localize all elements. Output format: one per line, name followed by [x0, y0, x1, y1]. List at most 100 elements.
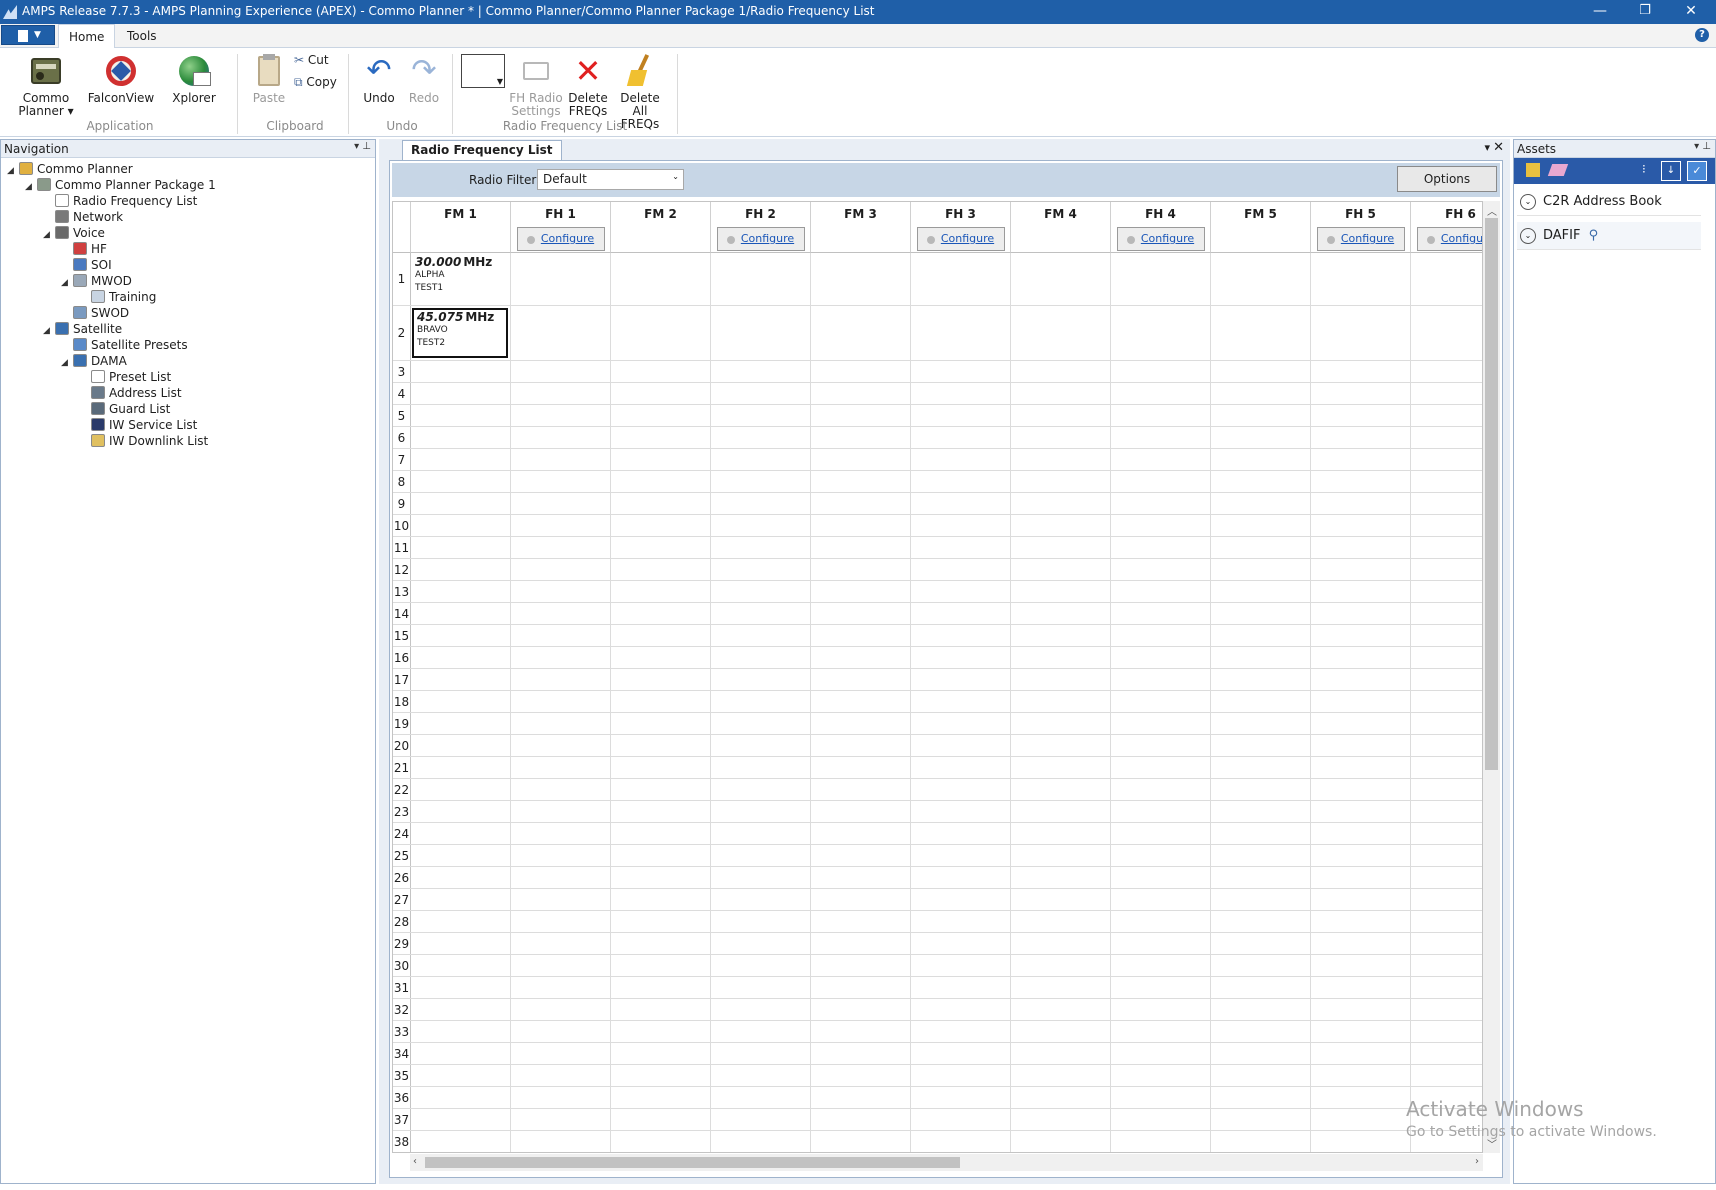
cut-button[interactable]: ✂ Cut	[294, 54, 342, 67]
falconview-button[interactable]: FalconView	[87, 54, 155, 105]
add-asset-icon[interactable]	[1526, 163, 1540, 177]
scroll-left-icon[interactable]: ‹	[413, 1156, 417, 1167]
nav-item-commo-planner-package-1[interactable]: ◢ Commo Planner Package 1	[25, 177, 216, 193]
undo-button[interactable]: ↶ Undo	[358, 54, 400, 105]
column-header-fh-6[interactable]: FH 6 Configure	[1411, 202, 1482, 253]
configure-button[interactable]: Configure	[1316, 227, 1405, 251]
minimize-button[interactable]: —	[1577, 0, 1623, 24]
configure-button[interactable]: Configure	[1416, 227, 1482, 251]
categorize-icon[interactable]: ⁝	[1642, 162, 1646, 176]
copy-button[interactable]: ⧉ Copy	[294, 76, 342, 89]
nav-item-mwod[interactable]: ◢ MWOD	[61, 273, 132, 289]
expand-triangle-icon[interactable]: ◢	[25, 179, 37, 195]
expand-triangle-icon[interactable]: ◢	[61, 355, 73, 371]
close-button[interactable]: ✕	[1668, 0, 1714, 24]
pin-icon[interactable]: ▾ ⊥	[354, 141, 371, 152]
help-icon[interactable]: ?	[1695, 28, 1709, 42]
redo-button[interactable]: ↷ Redo	[403, 54, 445, 105]
configure-button[interactable]: Configure	[1116, 227, 1205, 251]
check-icon[interactable]: ✓	[1687, 161, 1707, 181]
fh-radio-settings-button[interactable]: FH Radio Settings	[508, 54, 564, 118]
nav-item-label: IW Service List	[109, 418, 198, 432]
xplorer-button[interactable]: Xplorer	[166, 54, 222, 105]
scroll-up-icon[interactable]: ︿	[1487, 203, 1497, 218]
delete-freqs-button[interactable]: ✕ Delete FREQs	[566, 54, 610, 118]
column-header-fh-5[interactable]: FH 5 Configure	[1311, 202, 1411, 253]
hf-icon	[73, 242, 87, 255]
eraser-icon[interactable]	[1547, 164, 1569, 176]
radio-selector-dropdown[interactable]: ▼	[461, 54, 509, 88]
dropdown-arrow-icon: ▼	[34, 30, 41, 40]
group-label-clipboard: Clipboard	[266, 119, 324, 133]
close-document-icon[interactable]: ✕	[1493, 140, 1504, 155]
column-header-fm-5[interactable]: FM 5	[1211, 202, 1311, 253]
expand-triangle-icon[interactable]: ◢	[43, 227, 55, 243]
nav-item-preset-list[interactable]: Preset List	[79, 369, 171, 385]
nav-item-satellite[interactable]: ◢ Satellite	[43, 321, 122, 337]
configure-button[interactable]: Configure	[716, 227, 805, 251]
expand-triangle-icon[interactable]: ◢	[61, 275, 73, 291]
delete-all-label-1: Delete All	[620, 91, 660, 118]
grid-column-line	[610, 253, 611, 1152]
grid-row-line	[393, 382, 1482, 383]
restore-button[interactable]: ❐	[1622, 0, 1668, 24]
tab-dropdown-icon[interactable]: ▾	[1484, 141, 1490, 154]
options-button[interactable]: Options	[1397, 166, 1497, 192]
paste-button[interactable]: Paste	[250, 54, 288, 105]
group-label-application: Application	[86, 119, 154, 133]
column-header-fh-3[interactable]: FH 3 Configure	[911, 202, 1011, 253]
nav-item-label: DAMA	[91, 354, 127, 368]
column-header-fm-3[interactable]: FM 3	[811, 202, 911, 253]
nav-item-swod[interactable]: SWOD	[61, 305, 129, 321]
grid-corner	[393, 202, 411, 253]
vertical-scroll-thumb[interactable]	[1485, 218, 1498, 770]
nav-item-soi[interactable]: SOI	[61, 257, 112, 273]
voice-icon	[55, 226, 69, 239]
column-header-fm-2[interactable]: FM 2	[611, 202, 711, 253]
horizontal-scroll-thumb[interactable]	[425, 1157, 960, 1168]
tab-home[interactable]: Home	[58, 24, 116, 49]
column-header-fh-1[interactable]: FH 1 Configure	[511, 202, 611, 253]
configure-button[interactable]: Configure	[916, 227, 1005, 251]
scroll-right-icon[interactable]: ›	[1475, 1156, 1479, 1167]
frequency-value: 30.000	[415, 255, 462, 269]
nav-item-voice[interactable]: ◢ Voice	[43, 225, 105, 241]
column-header-fh-4[interactable]: FH 4 Configure	[1111, 202, 1211, 253]
column-header-fm-4[interactable]: FM 4	[1011, 202, 1111, 253]
asset-item-dafif[interactable]: ⌄ DAFIF ⚲	[1517, 222, 1701, 250]
pin-icon[interactable]: ▾ ⊥	[1694, 141, 1711, 152]
configure-button[interactable]: Configure	[516, 227, 605, 251]
search-icon[interactable]: ⚲	[1589, 228, 1599, 243]
asset-item-c2r-address-book[interactable]: ⌄ C2R Address Book	[1517, 188, 1701, 216]
commo-planner-button[interactable]: Commo Planner ▾	[18, 54, 74, 118]
nav-item-satellite-presets[interactable]: Satellite Presets	[61, 337, 188, 353]
nav-item-iw-downlink-list[interactable]: IW Downlink List	[79, 433, 208, 449]
nav-item-radio-frequency-list[interactable]: Radio Frequency List	[43, 193, 197, 209]
nav-item-guard-list[interactable]: Guard List	[79, 401, 170, 417]
column-header-fm-1[interactable]: FM 1	[411, 202, 511, 253]
iw-service-icon	[91, 418, 105, 431]
nav-item-dama[interactable]: ◢ DAMA	[61, 353, 127, 369]
vertical-scrollbar[interactable]: ︿ ﹀	[1483, 201, 1500, 1153]
nav-item-network[interactable]: Network	[43, 209, 123, 225]
tab-tools[interactable]: Tools	[117, 24, 167, 49]
frequency-cell[interactable]: 45.075 MHz BRAVO TEST2	[412, 308, 508, 358]
expand-triangle-icon[interactable]: ◢	[7, 163, 19, 179]
horizontal-scrollbar[interactable]: ‹ ›	[410, 1154, 1483, 1171]
chevron-down-icon: ⌄	[672, 172, 679, 181]
nav-item-commo-planner[interactable]: ◢ Commo Planner	[7, 161, 133, 177]
file-menu-button[interactable]: ▼	[1, 25, 55, 45]
sort-az-icon[interactable]: ↓	[1661, 161, 1681, 181]
nav-item-hf[interactable]: HF	[61, 241, 107, 257]
row-number: 25	[393, 845, 411, 867]
tab-radio-frequency-list[interactable]: Radio Frequency List	[402, 140, 562, 160]
radio-filter-select[interactable]: Default ⌄	[537, 169, 684, 190]
nav-item-iw-service-list[interactable]: IW Service List	[79, 417, 197, 433]
chevron-down-icon: ⌄	[1520, 228, 1536, 244]
expand-triangle-icon[interactable]: ◢	[43, 323, 55, 339]
frequency-cell[interactable]: 30.000 MHz ALPHA TEST1	[412, 255, 508, 303]
nav-item-address-list[interactable]: Address List	[79, 385, 182, 401]
nav-item-training[interactable]: Training	[79, 289, 156, 305]
column-header-fh-2[interactable]: FH 2 Configure	[711, 202, 811, 253]
grid-row-line	[393, 624, 1482, 625]
